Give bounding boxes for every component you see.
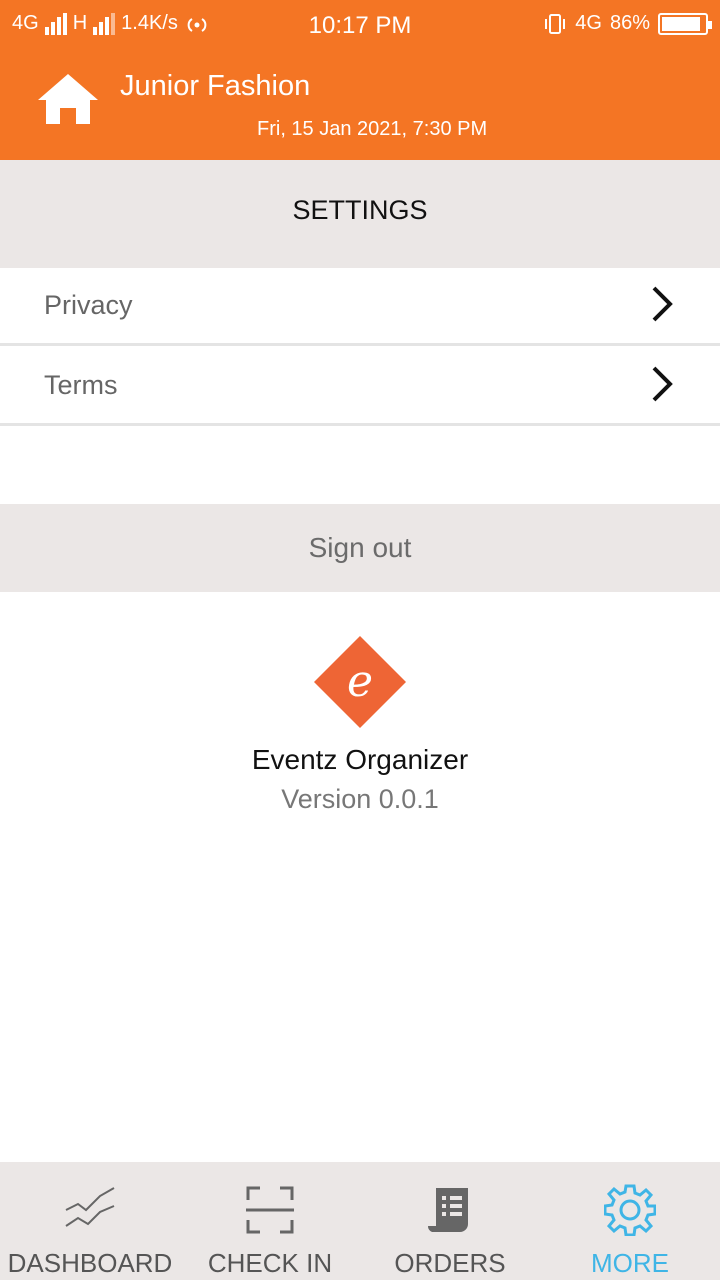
menu-item-terms[interactable]: Terms <box>0 348 720 426</box>
page-title: SETTINGS <box>292 195 428 225</box>
tab-check-in[interactable]: CHECK IN <box>180 1162 360 1280</box>
app-header: 4G H 1.4K/s 10:17 PM 4G 86% Junior Fashi… <box>0 0 720 160</box>
scan-icon <box>246 1186 294 1234</box>
tab-label: DASHBOARD <box>7 1248 173 1278</box>
tab-label: MORE <box>591 1248 669 1278</box>
receipt-icon <box>427 1188 468 1232</box>
store-title: Junior Fashion <box>120 70 311 102</box>
tab-dashboard[interactable]: DASHBOARD <box>0 1162 180 1280</box>
status-bar: 4G H 1.4K/s 10:17 PM 4G 86% <box>0 0 720 48</box>
tab-more[interactable]: MORE <box>540 1162 720 1280</box>
battery-percent: 86% <box>609 12 650 34</box>
app-version: Version 0.0.1 <box>281 784 439 814</box>
menu-item-privacy[interactable]: Privacy <box>0 268 720 346</box>
event-date: Fri, 15 Jan 2021, 7:30 PM <box>257 118 488 140</box>
app-name: Eventz Organizer <box>251 744 469 775</box>
bottom-tab-bar: DASHBOARD CHECK IN ORDERS MORE <box>0 1162 720 1280</box>
chevron-right-icon <box>652 286 673 322</box>
sign-out-label: Sign out <box>308 532 412 563</box>
tab-label: CHECK IN <box>207 1248 333 1278</box>
network-type-3: 4G <box>575 12 602 34</box>
home-icon[interactable] <box>36 72 100 126</box>
app-logo-letter: e <box>347 656 373 707</box>
chevron-right-icon <box>652 366 673 402</box>
vibrate-icon <box>545 13 566 34</box>
chart-icon <box>65 1187 115 1227</box>
menu-item-label: Terms <box>44 370 118 400</box>
battery-icon <box>658 12 712 35</box>
status-right: 4G 86% <box>543 12 712 35</box>
app-logo: e <box>314 636 406 728</box>
menu-item-label: Privacy <box>44 290 133 320</box>
tab-label: ORDERS <box>394 1248 506 1278</box>
gear-icon <box>604 1184 656 1236</box>
tab-orders[interactable]: ORDERS <box>360 1162 540 1280</box>
